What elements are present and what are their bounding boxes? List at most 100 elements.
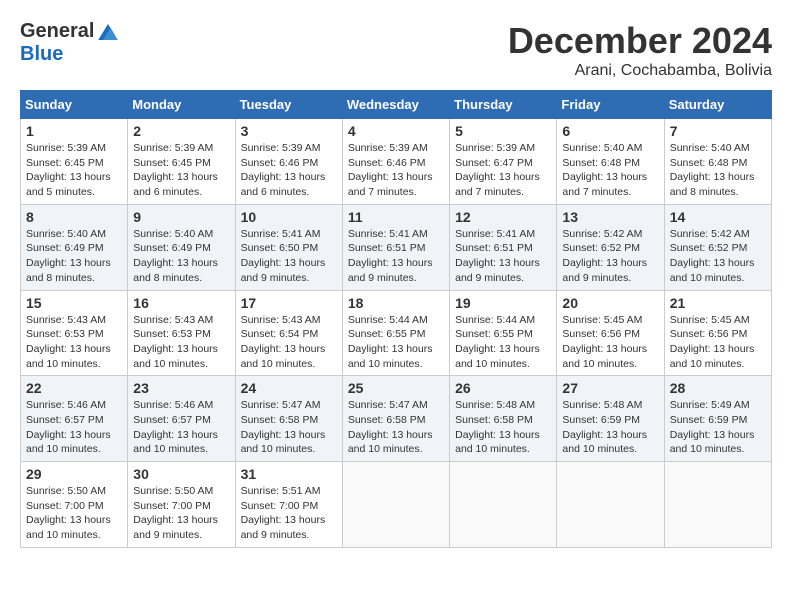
month-title: December 2024 <box>508 20 772 62</box>
day-number: 31 <box>241 466 337 482</box>
weekday-header-row: Sunday Monday Tuesday Wednesday Thursday… <box>21 91 772 119</box>
day-detail: Sunrise: 5:47 AM Sunset: 6:58 PM Dayligh… <box>348 398 444 457</box>
calendar-day-cell: 10 Sunrise: 5:41 AM Sunset: 6:50 PM Dayl… <box>235 204 342 290</box>
day-number: 16 <box>133 295 229 311</box>
day-number: 1 <box>26 123 122 139</box>
day-detail: Sunrise: 5:45 AM Sunset: 6:56 PM Dayligh… <box>562 313 658 372</box>
calendar-day-cell: 30 Sunrise: 5:50 AM Sunset: 7:00 PM Dayl… <box>128 462 235 548</box>
calendar-day-cell <box>557 462 664 548</box>
calendar-day-cell: 22 Sunrise: 5:46 AM Sunset: 6:57 PM Dayl… <box>21 376 128 462</box>
day-number: 21 <box>670 295 766 311</box>
calendar-day-cell: 3 Sunrise: 5:39 AM Sunset: 6:46 PM Dayli… <box>235 119 342 205</box>
day-detail: Sunrise: 5:44 AM Sunset: 6:55 PM Dayligh… <box>455 313 551 372</box>
header-monday: Monday <box>128 91 235 119</box>
page-header: General Blue December 2024 Arani, Cochab… <box>20 20 772 80</box>
header-sunday: Sunday <box>21 91 128 119</box>
day-detail: Sunrise: 5:49 AM Sunset: 6:59 PM Dayligh… <box>670 398 766 457</box>
day-number: 30 <box>133 466 229 482</box>
header-saturday: Saturday <box>664 91 771 119</box>
day-number: 26 <box>455 380 551 396</box>
calendar-week-row: 22 Sunrise: 5:46 AM Sunset: 6:57 PM Dayl… <box>21 376 772 462</box>
day-detail: Sunrise: 5:46 AM Sunset: 6:57 PM Dayligh… <box>26 398 122 457</box>
calendar-day-cell <box>664 462 771 548</box>
day-number: 13 <box>562 209 658 225</box>
day-detail: Sunrise: 5:43 AM Sunset: 6:53 PM Dayligh… <box>133 313 229 372</box>
day-detail: Sunrise: 5:41 AM Sunset: 6:50 PM Dayligh… <box>241 227 337 286</box>
day-number: 6 <box>562 123 658 139</box>
day-number: 3 <box>241 123 337 139</box>
day-detail: Sunrise: 5:40 AM Sunset: 6:49 PM Dayligh… <box>133 227 229 286</box>
calendar-week-row: 8 Sunrise: 5:40 AM Sunset: 6:49 PM Dayli… <box>21 204 772 290</box>
calendar-day-cell: 28 Sunrise: 5:49 AM Sunset: 6:59 PM Dayl… <box>664 376 771 462</box>
day-detail: Sunrise: 5:40 AM Sunset: 6:49 PM Dayligh… <box>26 227 122 286</box>
calendar-day-cell: 13 Sunrise: 5:42 AM Sunset: 6:52 PM Dayl… <box>557 204 664 290</box>
day-detail: Sunrise: 5:44 AM Sunset: 6:55 PM Dayligh… <box>348 313 444 372</box>
calendar-day-cell: 25 Sunrise: 5:47 AM Sunset: 6:58 PM Dayl… <box>342 376 449 462</box>
day-number: 2 <box>133 123 229 139</box>
calendar-day-cell: 15 Sunrise: 5:43 AM Sunset: 6:53 PM Dayl… <box>21 290 128 376</box>
day-number: 5 <box>455 123 551 139</box>
day-detail: Sunrise: 5:39 AM Sunset: 6:46 PM Dayligh… <box>348 141 444 200</box>
day-number: 9 <box>133 209 229 225</box>
day-detail: Sunrise: 5:42 AM Sunset: 6:52 PM Dayligh… <box>562 227 658 286</box>
logo-general: General <box>20 20 94 43</box>
day-number: 15 <box>26 295 122 311</box>
day-number: 29 <box>26 466 122 482</box>
calendar-day-cell: 26 Sunrise: 5:48 AM Sunset: 6:58 PM Dayl… <box>450 376 557 462</box>
day-detail: Sunrise: 5:47 AM Sunset: 6:58 PM Dayligh… <box>241 398 337 457</box>
day-detail: Sunrise: 5:46 AM Sunset: 6:57 PM Dayligh… <box>133 398 229 457</box>
calendar-day-cell: 19 Sunrise: 5:44 AM Sunset: 6:55 PM Dayl… <box>450 290 557 376</box>
day-detail: Sunrise: 5:45 AM Sunset: 6:56 PM Dayligh… <box>670 313 766 372</box>
day-number: 25 <box>348 380 444 396</box>
day-number: 28 <box>670 380 766 396</box>
calendar-week-row: 29 Sunrise: 5:50 AM Sunset: 7:00 PM Dayl… <box>21 462 772 548</box>
calendar-day-cell: 14 Sunrise: 5:42 AM Sunset: 6:52 PM Dayl… <box>664 204 771 290</box>
day-number: 24 <box>241 380 337 396</box>
day-number: 27 <box>562 380 658 396</box>
calendar-day-cell: 20 Sunrise: 5:45 AM Sunset: 6:56 PM Dayl… <box>557 290 664 376</box>
day-number: 10 <box>241 209 337 225</box>
day-number: 8 <box>26 209 122 225</box>
calendar-day-cell <box>450 462 557 548</box>
header-friday: Friday <box>557 91 664 119</box>
calendar-day-cell <box>342 462 449 548</box>
day-number: 12 <box>455 209 551 225</box>
calendar-day-cell: 29 Sunrise: 5:50 AM Sunset: 7:00 PM Dayl… <box>21 462 128 548</box>
calendar-day-cell: 9 Sunrise: 5:40 AM Sunset: 6:49 PM Dayli… <box>128 204 235 290</box>
calendar-day-cell: 18 Sunrise: 5:44 AM Sunset: 6:55 PM Dayl… <box>342 290 449 376</box>
calendar-day-cell: 6 Sunrise: 5:40 AM Sunset: 6:48 PM Dayli… <box>557 119 664 205</box>
calendar-week-row: 1 Sunrise: 5:39 AM Sunset: 6:45 PM Dayli… <box>21 119 772 205</box>
calendar-day-cell: 27 Sunrise: 5:48 AM Sunset: 6:59 PM Dayl… <box>557 376 664 462</box>
header-wednesday: Wednesday <box>342 91 449 119</box>
day-detail: Sunrise: 5:41 AM Sunset: 6:51 PM Dayligh… <box>348 227 444 286</box>
logo-blue: Blue <box>20 43 63 66</box>
day-detail: Sunrise: 5:40 AM Sunset: 6:48 PM Dayligh… <box>670 141 766 200</box>
logo: General Blue <box>20 20 118 66</box>
day-number: 20 <box>562 295 658 311</box>
calendar-day-cell: 4 Sunrise: 5:39 AM Sunset: 6:46 PM Dayli… <box>342 119 449 205</box>
day-number: 17 <box>241 295 337 311</box>
calendar-day-cell: 1 Sunrise: 5:39 AM Sunset: 6:45 PM Dayli… <box>21 119 128 205</box>
day-detail: Sunrise: 5:43 AM Sunset: 6:53 PM Dayligh… <box>26 313 122 372</box>
title-area: December 2024 Arani, Cochabamba, Bolivia <box>508 20 772 80</box>
day-detail: Sunrise: 5:39 AM Sunset: 6:47 PM Dayligh… <box>455 141 551 200</box>
day-number: 11 <box>348 209 444 225</box>
day-detail: Sunrise: 5:48 AM Sunset: 6:59 PM Dayligh… <box>562 398 658 457</box>
calendar-day-cell: 24 Sunrise: 5:47 AM Sunset: 6:58 PM Dayl… <box>235 376 342 462</box>
calendar-day-cell: 12 Sunrise: 5:41 AM Sunset: 6:51 PM Dayl… <box>450 204 557 290</box>
calendar-day-cell: 21 Sunrise: 5:45 AM Sunset: 6:56 PM Dayl… <box>664 290 771 376</box>
calendar-day-cell: 2 Sunrise: 5:39 AM Sunset: 6:45 PM Dayli… <box>128 119 235 205</box>
day-number: 23 <box>133 380 229 396</box>
day-detail: Sunrise: 5:42 AM Sunset: 6:52 PM Dayligh… <box>670 227 766 286</box>
logo-icon <box>98 24 118 40</box>
calendar-day-cell: 23 Sunrise: 5:46 AM Sunset: 6:57 PM Dayl… <box>128 376 235 462</box>
day-detail: Sunrise: 5:43 AM Sunset: 6:54 PM Dayligh… <box>241 313 337 372</box>
calendar-day-cell: 16 Sunrise: 5:43 AM Sunset: 6:53 PM Dayl… <box>128 290 235 376</box>
calendar-day-cell: 31 Sunrise: 5:51 AM Sunset: 7:00 PM Dayl… <box>235 462 342 548</box>
calendar-day-cell: 8 Sunrise: 5:40 AM Sunset: 6:49 PM Dayli… <box>21 204 128 290</box>
day-number: 14 <box>670 209 766 225</box>
day-number: 7 <box>670 123 766 139</box>
calendar-day-cell: 17 Sunrise: 5:43 AM Sunset: 6:54 PM Dayl… <box>235 290 342 376</box>
day-number: 22 <box>26 380 122 396</box>
day-detail: Sunrise: 5:41 AM Sunset: 6:51 PM Dayligh… <box>455 227 551 286</box>
